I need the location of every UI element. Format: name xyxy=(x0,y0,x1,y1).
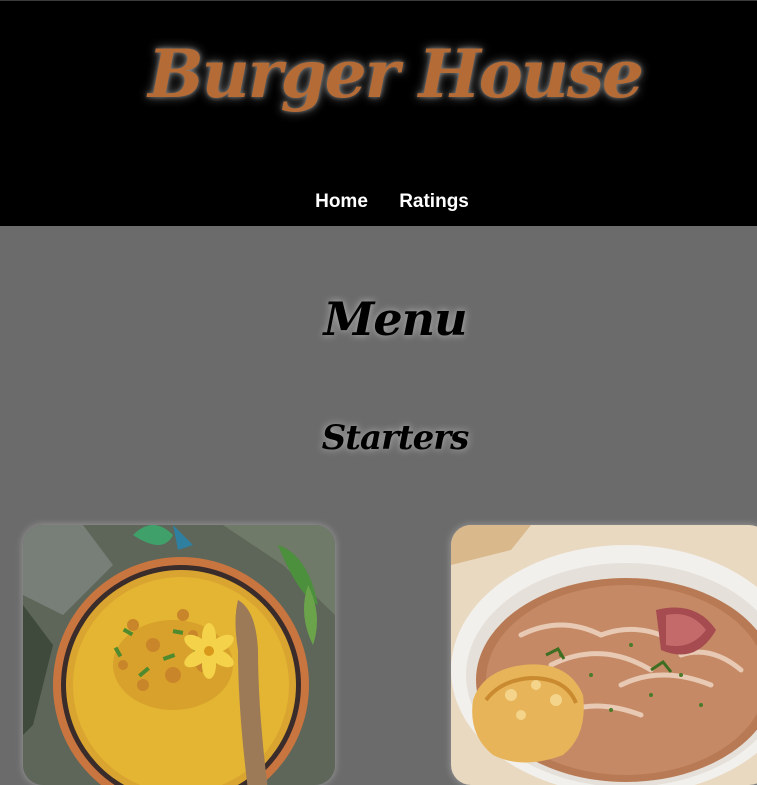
page-title: Menu xyxy=(323,292,467,346)
nav-link-home[interactable]: Home xyxy=(315,191,368,212)
main-nav: Home Ratings xyxy=(0,191,757,213)
yellow-curry-soup-image xyxy=(23,525,335,785)
site-header: Burger House Home Ratings xyxy=(0,0,757,226)
french-onion-soup-image xyxy=(451,525,757,785)
menu-item-card[interactable] xyxy=(23,525,335,785)
section-title-starters: Starters xyxy=(321,418,470,458)
menu-item-card[interactable] xyxy=(451,525,757,785)
nav-link-ratings[interactable]: Ratings xyxy=(399,191,469,212)
site-logo-text[interactable]: Burger House xyxy=(0,35,757,113)
